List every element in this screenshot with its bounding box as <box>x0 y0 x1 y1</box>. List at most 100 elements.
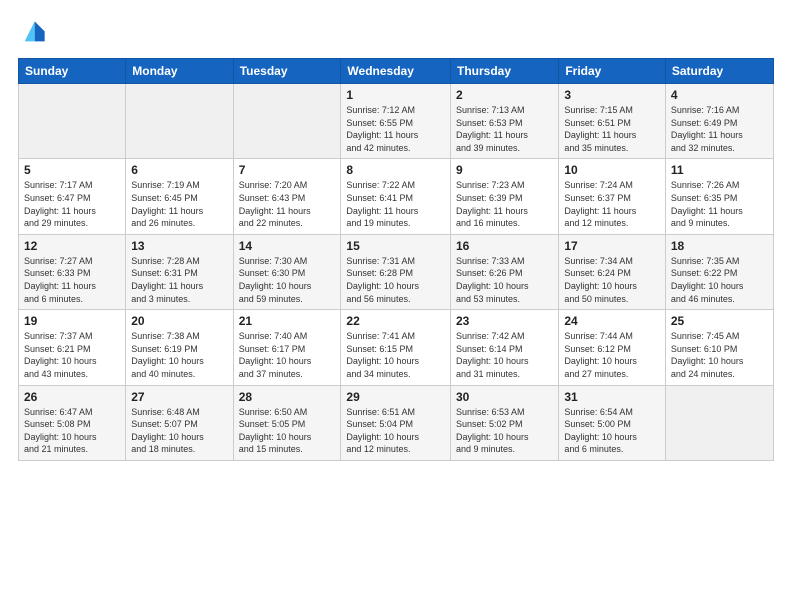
calendar-cell: 3Sunrise: 7:15 AM Sunset: 6:51 PM Daylig… <box>559 84 666 159</box>
day-info: Sunrise: 7:16 AM Sunset: 6:49 PM Dayligh… <box>671 104 768 154</box>
calendar-cell: 28 Sunrise: 6:50 AM Sunset: 5:05 PM Dayli… <box>233 385 341 460</box>
day-info: Sunrise: 7:27 AM Sunset: 6:33 PM Dayligh… <box>24 255 120 305</box>
calendar-cell: 30 Sunrise: 6:53 AM Sunset: 5:02 PM Dayli… <box>451 385 559 460</box>
day-info: Sunrise: 7:23 AM Sunset: 6:39 PM Dayligh… <box>456 179 553 229</box>
day-number: 31 <box>564 390 660 404</box>
day-number: 20 <box>131 314 227 328</box>
day-info: Sunrise: 7:30 AM Sunset: 6:30 PM Dayligh… <box>239 255 336 305</box>
weekday-header-sunday: Sunday <box>19 59 126 84</box>
day-number: 16 <box>456 239 553 253</box>
calendar-cell: 5 Sunrise: 7:17 AM Sunset: 6:47 PM Daylig… <box>19 159 126 234</box>
day-info: Sunrise: 6:50 AM Sunset: 5:05 PM Dayligh… <box>239 406 336 456</box>
weekday-header-saturday: Saturday <box>665 59 773 84</box>
day-number: 12 <box>24 239 120 253</box>
calendar-cell: 21 Sunrise: 7:40 AM Sunset: 6:17 PM Dayli… <box>233 310 341 385</box>
week-row-2: 5 Sunrise: 7:17 AM Sunset: 6:47 PM Daylig… <box>19 159 774 234</box>
calendar-cell <box>233 84 341 159</box>
day-info: Sunrise: 6:47 AM Sunset: 5:08 PM Dayligh… <box>24 406 120 456</box>
calendar-cell: 20 Sunrise: 7:38 AM Sunset: 6:19 PM Dayli… <box>126 310 233 385</box>
day-info: Sunrise: 7:34 AM Sunset: 6:24 PM Dayligh… <box>564 255 660 305</box>
day-info: Sunrise: 7:33 AM Sunset: 6:26 PM Dayligh… <box>456 255 553 305</box>
day-info: Sunrise: 6:53 AM Sunset: 5:02 PM Dayligh… <box>456 406 553 456</box>
page: SundayMondayTuesdayWednesdayThursdayFrid… <box>0 0 792 612</box>
day-number: 26 <box>24 390 120 404</box>
weekday-header-tuesday: Tuesday <box>233 59 341 84</box>
day-info: Sunrise: 7:22 AM Sunset: 6:41 PM Dayligh… <box>346 179 445 229</box>
calendar-cell: 24 Sunrise: 7:44 AM Sunset: 6:12 PM Dayli… <box>559 310 666 385</box>
calendar-cell: 25 Sunrise: 7:45 AM Sunset: 6:10 PM Dayli… <box>665 310 773 385</box>
day-number: 15 <box>346 239 445 253</box>
weekday-header-friday: Friday <box>559 59 666 84</box>
day-number: 18 <box>671 239 768 253</box>
calendar-cell: 8 Sunrise: 7:22 AM Sunset: 6:41 PM Daylig… <box>341 159 451 234</box>
weekday-header-monday: Monday <box>126 59 233 84</box>
calendar-cell: 23Sunrise: 7:42 AM Sunset: 6:14 PM Dayli… <box>451 310 559 385</box>
calendar-cell <box>19 84 126 159</box>
calendar-cell: 1Sunrise: 7:12 AM Sunset: 6:55 PM Daylig… <box>341 84 451 159</box>
day-number: 10 <box>564 163 660 177</box>
day-number: 8 <box>346 163 445 177</box>
day-number: 6 <box>131 163 227 177</box>
day-info: Sunrise: 7:24 AM Sunset: 6:37 PM Dayligh… <box>564 179 660 229</box>
day-info: Sunrise: 7:40 AM Sunset: 6:17 PM Dayligh… <box>239 330 336 380</box>
calendar-cell: 17Sunrise: 7:34 AM Sunset: 6:24 PM Dayli… <box>559 234 666 309</box>
calendar-cell: 15 Sunrise: 7:31 AM Sunset: 6:28 PM Dayli… <box>341 234 451 309</box>
day-number: 28 <box>239 390 336 404</box>
day-info: Sunrise: 7:26 AM Sunset: 6:35 PM Dayligh… <box>671 179 768 229</box>
day-number: 22 <box>346 314 445 328</box>
calendar-cell: 7 Sunrise: 7:20 AM Sunset: 6:43 PM Daylig… <box>233 159 341 234</box>
calendar-cell: 16 Sunrise: 7:33 AM Sunset: 6:26 PM Dayli… <box>451 234 559 309</box>
day-info: Sunrise: 7:19 AM Sunset: 6:45 PM Dayligh… <box>131 179 227 229</box>
day-number: 19 <box>24 314 120 328</box>
week-row-4: 19 Sunrise: 7:37 AM Sunset: 6:21 PM Dayli… <box>19 310 774 385</box>
calendar-cell: 18 Sunrise: 7:35 AM Sunset: 6:22 PM Dayli… <box>665 234 773 309</box>
logo <box>18 18 52 48</box>
day-number: 5 <box>24 163 120 177</box>
day-info: Sunrise: 7:17 AM Sunset: 6:47 PM Dayligh… <box>24 179 120 229</box>
day-number: 4 <box>671 88 768 102</box>
calendar-cell: 31 Sunrise: 6:54 AM Sunset: 5:00 PM Dayli… <box>559 385 666 460</box>
week-row-1: 1Sunrise: 7:12 AM Sunset: 6:55 PM Daylig… <box>19 84 774 159</box>
day-number: 29 <box>346 390 445 404</box>
calendar-cell: 12 Sunrise: 7:27 AM Sunset: 6:33 PM Dayli… <box>19 234 126 309</box>
calendar-cell: 19 Sunrise: 7:37 AM Sunset: 6:21 PM Dayli… <box>19 310 126 385</box>
calendar-cell: 10 Sunrise: 7:24 AM Sunset: 6:37 PM Dayli… <box>559 159 666 234</box>
day-number: 7 <box>239 163 336 177</box>
week-row-5: 26 Sunrise: 6:47 AM Sunset: 5:08 PM Dayli… <box>19 385 774 460</box>
day-info: Sunrise: 7:31 AM Sunset: 6:28 PM Dayligh… <box>346 255 445 305</box>
weekday-header-wednesday: Wednesday <box>341 59 451 84</box>
day-number: 2 <box>456 88 553 102</box>
day-info: Sunrise: 7:41 AM Sunset: 6:15 PM Dayligh… <box>346 330 445 380</box>
calendar-cell: 11 Sunrise: 7:26 AM Sunset: 6:35 PM Dayli… <box>665 159 773 234</box>
day-info: Sunrise: 6:51 AM Sunset: 5:04 PM Dayligh… <box>346 406 445 456</box>
calendar-cell <box>126 84 233 159</box>
day-info: Sunrise: 7:35 AM Sunset: 6:22 PM Dayligh… <box>671 255 768 305</box>
calendar-cell: 26 Sunrise: 6:47 AM Sunset: 5:08 PM Dayli… <box>19 385 126 460</box>
day-info: Sunrise: 7:20 AM Sunset: 6:43 PM Dayligh… <box>239 179 336 229</box>
day-info: Sunrise: 7:45 AM Sunset: 6:10 PM Dayligh… <box>671 330 768 380</box>
calendar-cell: 4 Sunrise: 7:16 AM Sunset: 6:49 PM Daylig… <box>665 84 773 159</box>
calendar-cell: 13 Sunrise: 7:28 AM Sunset: 6:31 PM Dayli… <box>126 234 233 309</box>
day-info: Sunrise: 7:28 AM Sunset: 6:31 PM Dayligh… <box>131 255 227 305</box>
calendar-cell: 22 Sunrise: 7:41 AM Sunset: 6:15 PM Dayli… <box>341 310 451 385</box>
day-number: 3 <box>564 88 660 102</box>
calendar-cell: 2 Sunrise: 7:13 AM Sunset: 6:53 PM Daylig… <box>451 84 559 159</box>
day-info: Sunrise: 7:37 AM Sunset: 6:21 PM Dayligh… <box>24 330 120 380</box>
day-info: Sunrise: 7:38 AM Sunset: 6:19 PM Dayligh… <box>131 330 227 380</box>
day-number: 24 <box>564 314 660 328</box>
day-number: 1 <box>346 88 445 102</box>
calendar-cell: 14Sunrise: 7:30 AM Sunset: 6:30 PM Dayli… <box>233 234 341 309</box>
day-number: 25 <box>671 314 768 328</box>
day-number: 11 <box>671 163 768 177</box>
weekday-header-thursday: Thursday <box>451 59 559 84</box>
weekday-header-row: SundayMondayTuesdayWednesdayThursdayFrid… <box>19 59 774 84</box>
day-info: Sunrise: 7:13 AM Sunset: 6:53 PM Dayligh… <box>456 104 553 154</box>
logo-icon <box>18 18 48 48</box>
week-row-3: 12 Sunrise: 7:27 AM Sunset: 6:33 PM Dayli… <box>19 234 774 309</box>
day-number: 21 <box>239 314 336 328</box>
day-number: 13 <box>131 239 227 253</box>
day-number: 9 <box>456 163 553 177</box>
day-number: 30 <box>456 390 553 404</box>
day-info: Sunrise: 7:44 AM Sunset: 6:12 PM Dayligh… <box>564 330 660 380</box>
day-info: Sunrise: 6:54 AM Sunset: 5:00 PM Dayligh… <box>564 406 660 456</box>
